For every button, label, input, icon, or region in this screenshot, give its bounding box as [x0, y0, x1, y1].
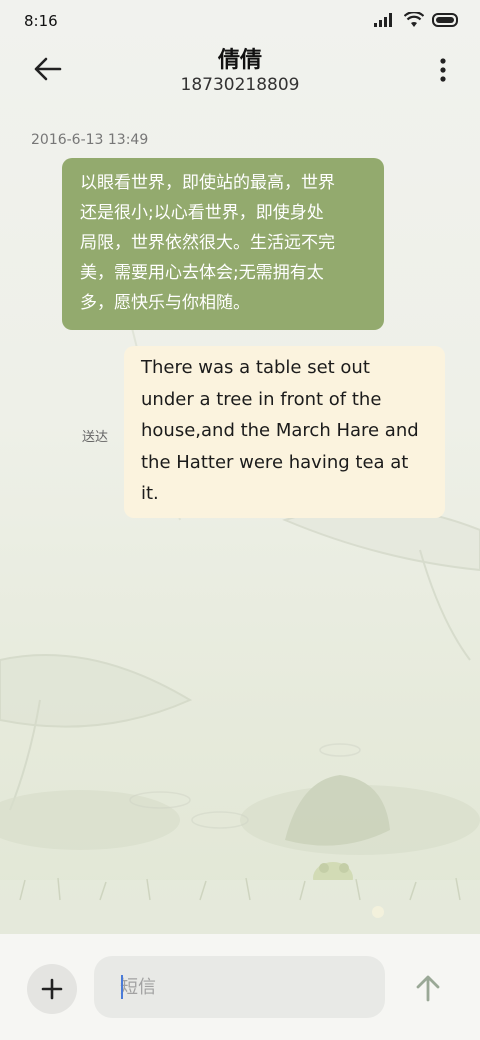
add-attachment-button[interactable]	[27, 964, 77, 1014]
delivery-status: 送达	[82, 430, 109, 445]
message-line: the Hatter were having tea at	[141, 451, 409, 473]
received-message-bubble[interactable]: 以眼看世界，即使站的最高，世界 还是很小;以心看世界，即使身处 局限，世界依然很…	[62, 158, 384, 330]
signal-icon	[374, 13, 392, 27]
contact-name: 倩倩	[217, 48, 262, 73]
message-line: 局限，世界依然很大。生活远不完	[80, 233, 335, 253]
status-bar: 8:16	[0, 0, 480, 40]
status-time: 8:16	[24, 12, 58, 30]
message-line: house,and the March Hare and	[141, 420, 419, 441]
battery-icon	[432, 13, 458, 27]
sms-input[interactable]	[94, 956, 385, 1018]
message-line: it.	[141, 483, 159, 504]
contact-phone-number: 18730218809	[180, 75, 300, 95]
plus-icon	[41, 978, 63, 1000]
wifi-icon	[404, 12, 424, 27]
more-options-icon[interactable]	[438, 56, 448, 84]
message-line: under a tree in front of the	[141, 388, 382, 410]
message-line: 多，愿快乐与你相随。	[80, 293, 250, 313]
message-timestamp: 2016-6-13 13:49	[31, 132, 149, 148]
message-line: There was a table set out	[141, 357, 370, 378]
text-cursor	[121, 975, 123, 999]
message-line: 以眼看世界，即使站的最高，世界	[80, 173, 335, 193]
status-icons	[374, 12, 460, 28]
conversation-header: 倩倩 18730218809	[0, 40, 480, 104]
send-arrow-icon[interactable]	[410, 970, 446, 1006]
compose-bar	[0, 934, 480, 1040]
message-line: 美，需要用心去体会;无需拥有太	[80, 263, 324, 283]
message-line: 还是很小;以心看世界，即使身处	[80, 203, 324, 223]
sent-message-bubble[interactable]: There was a table set out under a tree i…	[124, 346, 445, 518]
